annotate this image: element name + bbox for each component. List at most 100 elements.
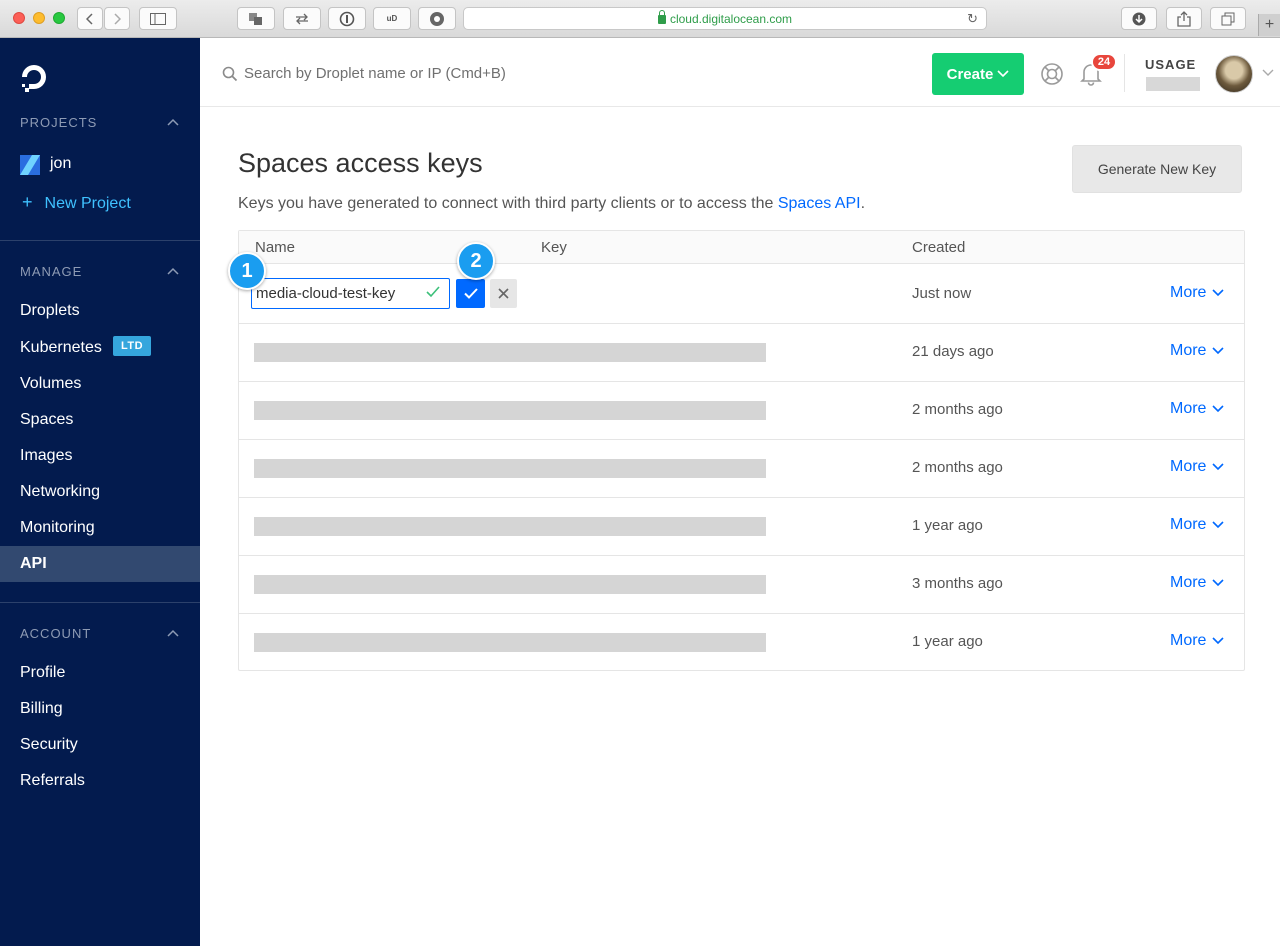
chevron-down-icon (1212, 289, 1225, 297)
more-label: More (1170, 574, 1207, 591)
more-dropdown[interactable]: More (1170, 342, 1225, 360)
back-button[interactable] (77, 7, 103, 30)
callout-step-1: 1 (228, 252, 266, 290)
redacted-key (254, 343, 766, 362)
search-input[interactable] (244, 60, 644, 86)
sidebar-item-security[interactable]: Security (20, 736, 78, 754)
zoom-window-button[interactable] (53, 12, 65, 24)
sidebar-toggle-button[interactable] (139, 7, 177, 30)
page-subtitle: Keys you have generated to connect with … (238, 195, 865, 213)
sidebar-item-images[interactable]: Images (20, 447, 72, 465)
table-row: 1 year ago More (239, 498, 1244, 556)
page-title: Spaces access keys (238, 148, 483, 178)
check-icon (463, 288, 478, 299)
onepassword-icon (339, 11, 355, 26)
share-button[interactable] (1166, 7, 1202, 30)
downloads-button[interactable] (1121, 7, 1157, 30)
subtitle-text: Keys you have generated to connect with … (238, 195, 778, 212)
search-icon (222, 66, 238, 82)
redacted-key (254, 517, 766, 536)
more-dropdown[interactable]: More (1170, 516, 1225, 534)
new-tab-button[interactable]: + (1258, 14, 1280, 36)
help-lifebuoy-icon[interactable] (1040, 62, 1064, 86)
sidebar-item-monitoring[interactable]: Monitoring (20, 519, 95, 537)
ublock-button[interactable]: uD (373, 7, 411, 30)
more-dropdown[interactable]: More (1170, 574, 1225, 592)
collapse-account-chevron-up-icon[interactable] (167, 629, 179, 637)
sidebar-item-referrals[interactable]: Referrals (20, 772, 85, 790)
new-project-link[interactable]: + New Project (22, 192, 131, 213)
forward-button[interactable] (104, 7, 130, 30)
access-keys-table: Name Key Created Just now More 21 days a… (238, 230, 1245, 671)
more-dropdown[interactable]: More (1170, 400, 1225, 418)
table-row: 3 months ago More (239, 556, 1244, 614)
address-bar[interactable]: cloud.digitalocean.com ↻ (463, 7, 987, 30)
cancel-name-button[interactable] (490, 279, 517, 308)
more-dropdown[interactable]: More (1170, 632, 1225, 650)
more-label: More (1170, 342, 1207, 359)
chevron-down-icon (1212, 521, 1225, 529)
user-avatar[interactable] (1215, 55, 1253, 93)
sidebar-item-droplets[interactable]: Droplets (20, 302, 80, 320)
table-row: 21 days ago More (239, 324, 1244, 382)
top-header: Create 24 USAGE (200, 38, 1280, 107)
extension-button-2[interactable] (283, 7, 321, 30)
ghost-icon (430, 11, 444, 26)
reload-icon[interactable]: ↻ (967, 11, 978, 27)
tabs-overview-button[interactable] (1210, 7, 1246, 30)
chevron-down-icon[interactable] (1262, 69, 1274, 77)
more-dropdown[interactable]: More (1170, 458, 1225, 476)
create-button[interactable]: Create (932, 53, 1024, 95)
sidebar-item-billing[interactable]: Billing (20, 700, 63, 718)
header-divider (1124, 54, 1125, 92)
extension-button-3[interactable] (418, 7, 456, 30)
table-row: 1 year ago More (239, 614, 1244, 672)
chevron-left-icon (86, 12, 93, 25)
sidebar-item-api[interactable]: API (20, 555, 47, 573)
callout-step-2: 2 (457, 242, 495, 280)
generate-new-key-button[interactable]: Generate New Key (1072, 145, 1242, 193)
table-row: 2 months ago More (239, 382, 1244, 440)
notification-count-badge: 24 (1091, 53, 1117, 71)
more-label: More (1170, 632, 1207, 649)
created-time: 21 days ago (912, 343, 994, 360)
redacted-key (254, 633, 766, 652)
spaces-api-link[interactable]: Spaces API (778, 195, 861, 212)
sidebar-item-kubernetes[interactable]: Kubernetes (20, 339, 102, 357)
extension-button-1[interactable] (237, 7, 275, 30)
collapse-manage-chevron-up-icon[interactable] (167, 267, 179, 275)
project-icon (20, 155, 40, 175)
valid-check-icon (426, 286, 440, 298)
chevron-down-icon (997, 70, 1009, 78)
created-time: 2 months ago (912, 459, 1003, 476)
redacted-key (254, 459, 766, 478)
sidebar: PROJECTS jon + New Project MANAGE Droplet… (0, 38, 200, 946)
share-icon (1177, 10, 1191, 27)
close-window-button[interactable] (13, 12, 25, 24)
chevron-down-icon (1212, 463, 1225, 471)
chevron-down-icon (1212, 637, 1225, 645)
created-time: Just now (912, 285, 972, 302)
sidebar-item-networking[interactable]: Networking (20, 483, 100, 501)
new-project-label: New Project (44, 195, 131, 212)
sidebar-item-profile[interactable]: Profile (20, 664, 65, 682)
digitalocean-logo-icon[interactable] (19, 62, 49, 92)
confirm-name-button[interactable] (456, 279, 485, 308)
chevron-down-icon (1212, 405, 1225, 413)
collapse-projects-chevron-up-icon[interactable] (167, 118, 179, 126)
more-label: More (1170, 400, 1207, 417)
sidebar-item-spaces[interactable]: Spaces (20, 411, 73, 429)
created-time: 1 year ago (912, 517, 983, 534)
sidebar-item-volumes[interactable]: Volumes (20, 375, 81, 393)
usage-label[interactable]: USAGE (1145, 57, 1196, 72)
account-heading: ACCOUNT (20, 626, 92, 641)
table-row-editing: Just now More (239, 264, 1244, 324)
lock-icon (657, 10, 666, 24)
plus-icon: + (1264, 16, 1275, 33)
minimize-window-button[interactable] (33, 12, 45, 24)
password-manager-button[interactable] (328, 7, 366, 30)
sidebar-project-jon[interactable]: jon (50, 155, 71, 173)
more-dropdown[interactable]: More (1170, 284, 1225, 302)
key-name-input[interactable] (251, 278, 450, 309)
column-header-name: Name (255, 239, 296, 256)
